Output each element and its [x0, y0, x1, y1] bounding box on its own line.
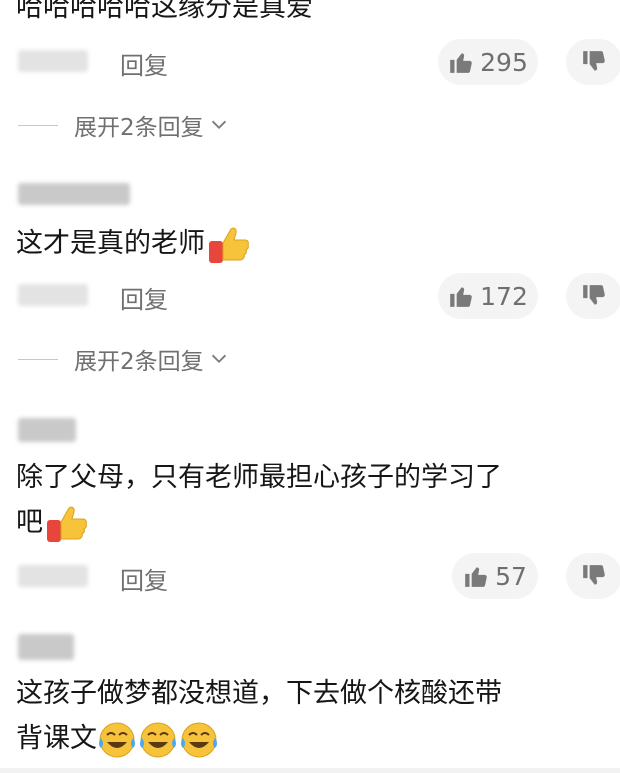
dislike-button[interactable] — [566, 553, 620, 599]
comment-body: 这才是真的老师 — [16, 228, 205, 259]
reply-button[interactable]: 回复 — [120, 280, 168, 315]
bottom-divider — [0, 768, 620, 773]
like-count: 172 — [480, 281, 528, 311]
reply-button[interactable]: 回复 — [120, 561, 168, 596]
blurred-timestamp — [18, 50, 88, 72]
blurred-username — [18, 418, 76, 442]
like-button[interactable]: 57 — [452, 553, 538, 599]
comment-text: 这才是真的老师 — [16, 224, 251, 265]
thumbs-down-icon — [583, 565, 605, 585]
expand-replies-button[interactable]: 展开2条回复 — [18, 108, 230, 142]
expand-replies-button[interactable]: 展开2条回复 — [18, 342, 230, 376]
divider-line — [18, 124, 58, 126]
thumbs-up-emoji-icon — [209, 227, 249, 263]
blurred-username — [18, 183, 130, 205]
thumbs-up-icon — [450, 53, 472, 73]
like-count: 57 — [495, 561, 527, 591]
like-count: 295 — [480, 47, 528, 77]
comment-text-line1: 除了父母，只有老师最担心孩子的学习了 — [16, 462, 502, 493]
comment-body: 吧 — [16, 507, 43, 538]
comment-text-line2: 吧 — [16, 503, 89, 544]
expand-replies-label: 展开2条回复 — [74, 349, 204, 375]
comment-body: 背课文 — [16, 723, 97, 754]
thumbs-up-icon — [465, 567, 487, 587]
thumbs-up-icon — [450, 287, 472, 307]
expand-replies-label: 展开2条回复 — [74, 115, 204, 141]
like-button[interactable]: 172 — [438, 273, 538, 319]
comment-text-line2: 背课文 — [16, 719, 221, 760]
blurred-username — [18, 634, 74, 660]
blurred-timestamp — [18, 565, 88, 587]
dislike-button[interactable] — [566, 273, 620, 319]
like-button[interactable]: 295 — [438, 39, 538, 85]
chevron-down-icon — [211, 354, 226, 364]
thumbs-down-icon — [583, 285, 605, 305]
divider-line — [18, 358, 58, 360]
crying-laughing-face-icon — [99, 722, 217, 757]
dislike-button[interactable] — [566, 39, 620, 85]
comment-text-line1: 这孩子做梦都没想道，下去做个核酸还带 — [16, 678, 502, 709]
thumbs-down-icon — [583, 51, 605, 71]
thumbs-up-emoji-icon — [47, 506, 87, 542]
blurred-timestamp — [18, 284, 88, 306]
reply-button[interactable]: 回复 — [120, 46, 168, 81]
chevron-down-icon — [211, 120, 226, 130]
comment-text: 哈哈哈哈哈这缘分是真爱 — [16, 0, 313, 23]
